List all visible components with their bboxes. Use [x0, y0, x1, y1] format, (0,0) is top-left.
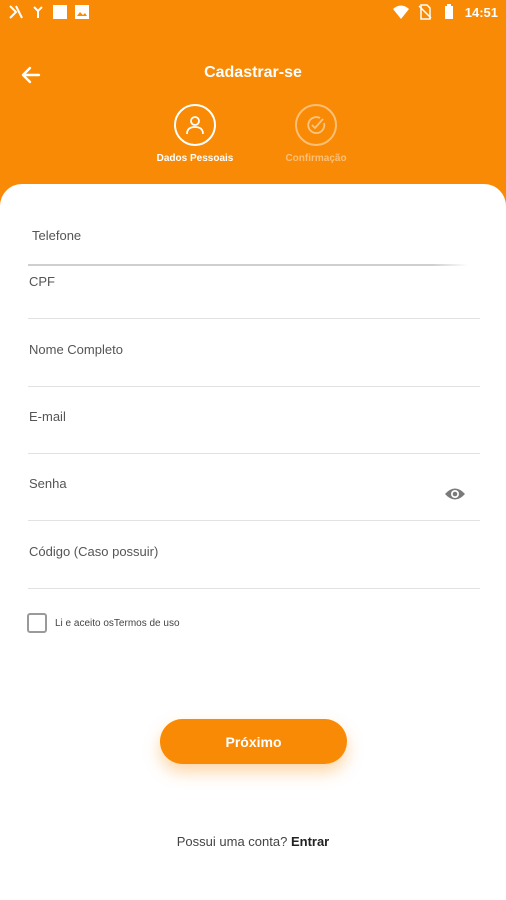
page-title: Cadastrar-se	[204, 64, 302, 81]
person-icon	[186, 116, 204, 135]
full-name-field-label: Nome Completo	[29, 342, 123, 357]
square-notification-icon	[53, 5, 67, 19]
wifi-icon	[392, 5, 409, 19]
cpf-field-label: CPF	[29, 274, 55, 289]
eye-icon[interactable]	[444, 486, 466, 502]
password-field-label: Senha	[29, 476, 67, 491]
step-personal-data: Dados Pessoais	[140, 104, 250, 164]
check-circle-icon	[307, 116, 326, 134]
email-field[interactable]: E-mail	[28, 387, 480, 454]
phone-field-label: Telefone	[32, 228, 82, 243]
step-confirmation: Confirmação	[261, 104, 371, 164]
step-label: Confirmação	[285, 153, 347, 164]
terms-row: Li e aceito osTermos de uso	[27, 613, 180, 633]
next-button[interactable]: Próximo	[160, 719, 347, 764]
x-logo-icon	[9, 5, 23, 19]
missed-call-icon	[33, 6, 43, 18]
login-link[interactable]: Entrar	[291, 834, 329, 849]
no-sim-icon	[418, 4, 432, 20]
password-field[interactable]: Senha	[28, 454, 480, 521]
status-bar: 14:51	[0, 0, 506, 26]
header-background	[0, 0, 506, 215]
battery-icon	[444, 4, 453, 19]
full-name-field[interactable]: Nome Completo	[28, 320, 480, 387]
cpf-field[interactable]: CPF	[28, 252, 480, 319]
login-prompt: Possui uma conta? Entrar	[0, 834, 506, 849]
login-prompt-text: Possui uma conta?	[176, 834, 288, 849]
status-time: 14:51	[464, 4, 498, 20]
terms-label[interactable]: Li e aceito osTermos de uso	[55, 618, 180, 629]
image-notification-icon	[75, 5, 89, 19]
referral-code-field[interactable]: Código (Caso possuir)	[28, 522, 480, 589]
terms-checkbox[interactable]	[27, 613, 47, 633]
step-label: Dados Pessoais	[156, 153, 234, 164]
referral-code-field-label: Código (Caso possuir)	[29, 544, 159, 559]
email-field-label: E-mail	[29, 409, 66, 424]
